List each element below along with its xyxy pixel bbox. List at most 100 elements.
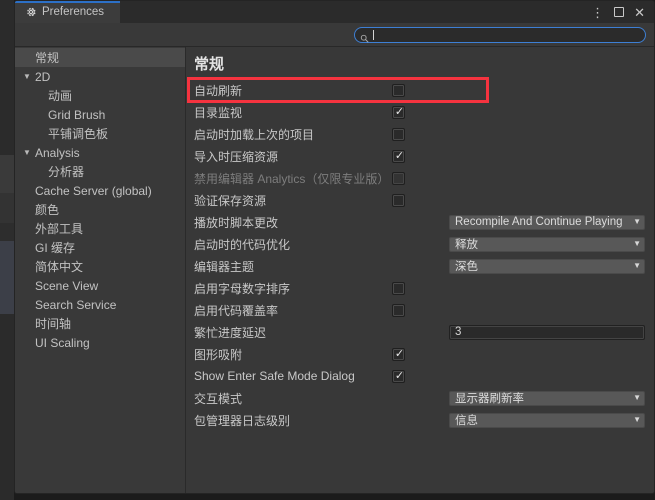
sidebar-item-label: 颜色 bbox=[35, 203, 60, 217]
setting-row: 启用字母数字排序 bbox=[186, 277, 654, 299]
setting-control bbox=[392, 281, 654, 295]
check-icon: ✓ bbox=[394, 149, 405, 162]
screen: Preferences ⋮ ✕ 常规 ▼ 2D 动画 Grid Brush 平铺… bbox=[0, 0, 655, 500]
search-input[interactable] bbox=[354, 26, 646, 43]
sidebar-item-14[interactable]: 时间轴 bbox=[15, 314, 185, 333]
chevron-down-icon[interactable]: ▼ bbox=[23, 148, 34, 157]
setting-label: 导入时压缩资源 bbox=[194, 149, 279, 164]
setting-label: 包管理器日志级别 bbox=[194, 413, 291, 428]
setting-control: 3 bbox=[449, 324, 654, 340]
setting-row: Show Enter Safe Mode Dialog ✓ bbox=[186, 365, 654, 387]
page-title: 常规 bbox=[194, 56, 225, 73]
setting-label: Show Enter Safe Mode Dialog bbox=[194, 369, 355, 383]
dropdown-8[interactable]: 深色 ▼ bbox=[449, 258, 645, 274]
checkbox-13[interactable]: ✓ bbox=[392, 369, 405, 383]
titlebar-spacer bbox=[120, 1, 591, 23]
settings-sidebar[interactable]: 常规 ▼ 2D 动画 Grid Brush 平铺调色板 ▼ Analysis 分析器 Cache … bbox=[15, 47, 186, 493]
setting-control bbox=[392, 171, 654, 185]
setting-row: 启动时加载上次的项目 bbox=[186, 123, 654, 145]
sidebar-item-label: Search Service bbox=[35, 297, 117, 312]
sidebar-item-6[interactable]: 分析器 bbox=[15, 162, 185, 181]
setting-control: ✓ bbox=[392, 149, 654, 163]
bg-panel-2 bbox=[0, 155, 14, 193]
sidebar-item-1[interactable]: ▼ 2D bbox=[15, 67, 185, 86]
sidebar-item-label: 常规 bbox=[35, 51, 60, 65]
setting-row: 图形吸附 ✓ bbox=[186, 343, 654, 365]
checkbox-slot bbox=[392, 303, 654, 317]
tab-preferences[interactable]: Preferences bbox=[15, 1, 121, 23]
dropdown-14[interactable]: 显示器刷新率 ▼ bbox=[449, 390, 645, 406]
sidebar-item-0[interactable]: 常规 bbox=[15, 48, 185, 67]
checkbox-3[interactable]: ✓ bbox=[392, 149, 405, 163]
chevron-down-icon: ▼ bbox=[633, 217, 641, 226]
setting-label: 启动时加载上次的项目 bbox=[194, 127, 315, 142]
sidebar-item-2[interactable]: 动画 bbox=[15, 86, 185, 105]
setting-control: 释放 ▼ bbox=[449, 236, 654, 252]
sidebar-item-9[interactable]: 外部工具 bbox=[15, 219, 185, 238]
check-icon: ✓ bbox=[394, 105, 405, 118]
search-icon bbox=[360, 30, 369, 43]
setting-control: ✓ bbox=[392, 347, 654, 361]
setting-control: 深色 ▼ bbox=[449, 258, 654, 274]
sidebar-item-15[interactable]: UI Scaling bbox=[15, 333, 185, 352]
search-bar-row bbox=[15, 23, 654, 47]
setting-control bbox=[392, 303, 654, 317]
sidebar-item-11[interactable]: 简体中文 bbox=[15, 257, 185, 276]
sidebar-item-3[interactable]: Grid Brush bbox=[15, 105, 185, 124]
setting-row: 自动刷新 bbox=[186, 79, 654, 101]
checkbox-10[interactable] bbox=[392, 303, 405, 317]
sidebar-item-12[interactable]: Scene View bbox=[15, 276, 185, 295]
maximize-icon[interactable] bbox=[614, 7, 625, 17]
setting-row: 播放时脚本更改 Recompile And Continue Playing ▼ bbox=[186, 211, 654, 233]
setting-row: 导入时压缩资源 ✓ bbox=[186, 145, 654, 167]
sidebar-item-label: Grid Brush bbox=[48, 107, 106, 122]
sidebar-item-label: 分析器 bbox=[48, 165, 85, 179]
dropdown-6[interactable]: Recompile And Continue Playing ▼ bbox=[449, 214, 645, 230]
setting-label: 图形吸附 bbox=[194, 347, 243, 362]
checkbox-2[interactable] bbox=[392, 127, 405, 141]
sidebar-item-10[interactable]: GI 缓存 bbox=[15, 238, 185, 257]
sidebar-item-label: 简体中文 bbox=[35, 260, 84, 274]
checkbox-12[interactable]: ✓ bbox=[392, 347, 405, 361]
dropdown-value: 深色 bbox=[455, 261, 478, 273]
setting-row: 包管理器日志级别 信息 ▼ bbox=[186, 409, 654, 431]
sidebar-item-8[interactable]: 颜色 bbox=[15, 200, 185, 219]
chevron-down-icon: ▼ bbox=[633, 393, 641, 402]
setting-label: 验证保存资源 bbox=[194, 193, 267, 208]
checkbox-1[interactable]: ✓ bbox=[392, 105, 405, 119]
checkbox-4 bbox=[392, 171, 405, 185]
setting-label: 播放时脚本更改 bbox=[194, 215, 279, 230]
sidebar-item-7[interactable]: Cache Server (global) bbox=[15, 181, 185, 200]
setting-label: 启动时的代码优化 bbox=[194, 237, 291, 252]
check-icon: ✓ bbox=[394, 369, 405, 382]
sidebar-item-label: GI 缓存 bbox=[35, 241, 76, 255]
chevron-down-icon: ▼ bbox=[633, 239, 641, 248]
checkbox-9[interactable] bbox=[392, 281, 405, 295]
sidebar-item-label: 平铺调色板 bbox=[48, 127, 109, 141]
chevron-down-icon[interactable]: ▼ bbox=[23, 72, 34, 81]
sidebar-item-13[interactable]: Search Service bbox=[15, 295, 185, 314]
sidebar-item-4[interactable]: 平铺调色板 bbox=[15, 124, 185, 143]
setting-control: 显示器刷新率 ▼ bbox=[449, 390, 654, 406]
setting-label: 交互模式 bbox=[194, 391, 243, 406]
settings-rows: 自动刷新 目录监视 ✓ 启动时加载上次的项目 导入时压缩资源 ✓ 禁用编辑器 Analyti… bbox=[186, 77, 654, 431]
bg-panel-4 bbox=[0, 223, 14, 241]
setting-row: 编辑器主题 深色 ▼ bbox=[186, 255, 654, 277]
window-body: 常规 ▼ 2D 动画 Grid Brush 平铺调色板 ▼ Analysis 分析器 Cache … bbox=[15, 47, 654, 493]
sidebar-item-5[interactable]: ▼ Analysis bbox=[15, 143, 185, 162]
dropdown-15[interactable]: 信息 ▼ bbox=[449, 412, 645, 428]
kebab-menu-icon[interactable]: ⋮ bbox=[591, 6, 604, 19]
textfield-11[interactable]: 3 bbox=[449, 324, 645, 340]
setting-label: 编辑器主题 bbox=[194, 259, 255, 274]
setting-control: 信息 ▼ bbox=[449, 412, 654, 428]
search-caret bbox=[373, 29, 374, 40]
checkbox-0[interactable] bbox=[392, 83, 405, 97]
checkbox-5[interactable] bbox=[392, 193, 405, 207]
setting-row: 交互模式 显示器刷新率 ▼ bbox=[186, 387, 654, 409]
chevron-down-icon: ▼ bbox=[633, 415, 641, 424]
checkbox-slot bbox=[392, 281, 654, 295]
dropdown-value: 释放 bbox=[455, 239, 478, 251]
close-icon[interactable]: ✕ bbox=[634, 6, 645, 19]
setting-control bbox=[392, 193, 654, 207]
dropdown-7[interactable]: 释放 ▼ bbox=[449, 236, 645, 252]
